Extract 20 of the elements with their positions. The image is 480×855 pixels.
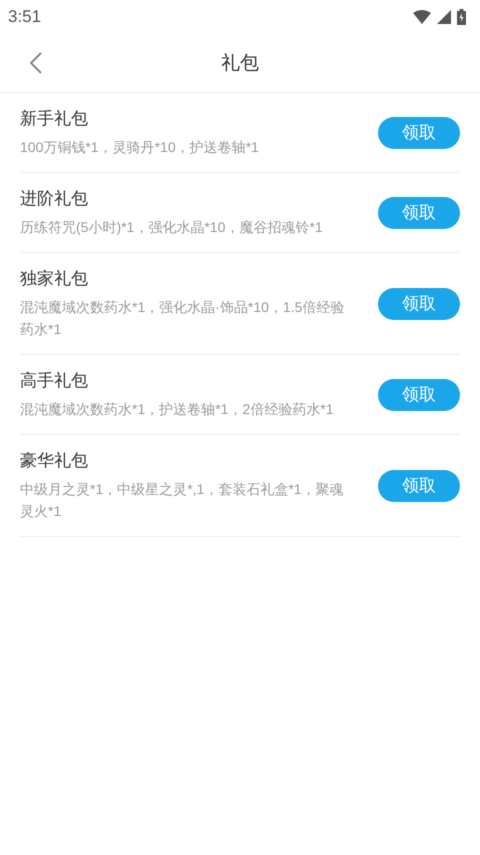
gift-contents: 100万铜钱*1，灵骑丹*10，护送卷轴*1: [20, 138, 260, 157]
wifi-icon: [413, 10, 431, 24]
claim-button[interactable]: 领取: [378, 378, 460, 410]
signal-icon: [437, 10, 451, 24]
gift-contents: 混沌魔域次数药水*1，护送卷轴*1，2倍经验药水*1: [20, 400, 334, 419]
gift-contents: 历练符咒(5小时)*1，强化水晶*10，魔谷招魂铃*1: [20, 218, 324, 237]
page-title: 礼包: [221, 52, 259, 76]
gift-contents: 中级月之灵*1，中级星之灵*,1，套装石礼盒*1，聚魂灵火*1: [20, 480, 345, 521]
gift-name: 进阶礼包: [20, 188, 89, 210]
claim-button[interactable]: 领取: [378, 196, 460, 228]
status-time: 3:51: [8, 7, 42, 27]
gift-name: 豪华礼包: [20, 450, 89, 472]
claim-button[interactable]: 领取: [378, 288, 460, 320]
claim-button[interactable]: 领取: [378, 116, 460, 148]
gift-contents: 混沌魔域次数药水*1，强化水晶·饰品*10，1.5倍经验药水*1: [20, 298, 346, 339]
gift-name: 新手礼包: [20, 108, 89, 130]
gift-name: 独家礼包: [20, 268, 89, 290]
gift-name: 高手礼包: [20, 370, 89, 392]
battery-icon: [457, 9, 466, 25]
claim-button[interactable]: 领取: [378, 470, 460, 502]
